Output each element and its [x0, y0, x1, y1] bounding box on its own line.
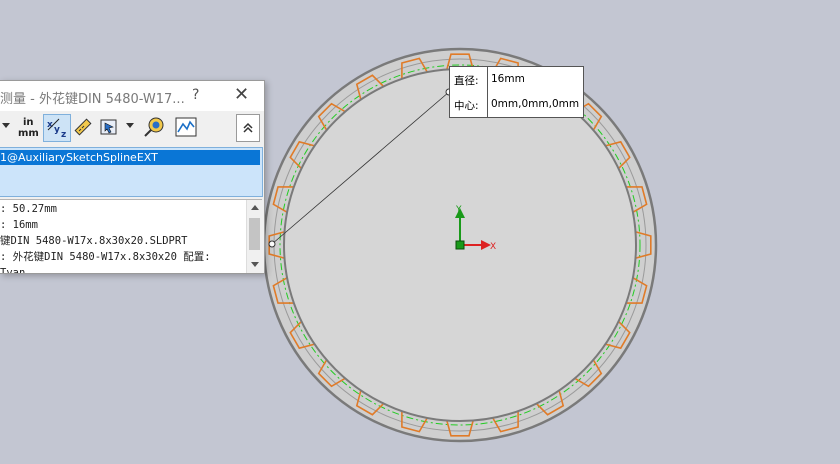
xyz-measure-icon: x y z: [47, 118, 66, 139]
svg-text:in: in: [23, 117, 34, 128]
result-line-extra: Tvan: [0, 267, 26, 274]
leader-anchor-point: [268, 240, 276, 248]
sensor-icon: [144, 117, 164, 137]
scroll-up-icon[interactable]: [251, 205, 259, 210]
projection-dropdown-icon[interactable]: [126, 123, 134, 128]
diameter-value: 16mm: [491, 73, 525, 85]
show-xyz-button[interactable]: x y z: [43, 114, 71, 142]
results-scrollbar[interactable]: [246, 200, 262, 273]
create-sensor-button[interactable]: [142, 114, 166, 140]
arc-options-dropdown-icon[interactable]: [2, 123, 10, 128]
x-axis-label: X: [490, 242, 496, 252]
results-panel[interactable]: : 50.27mm : 16mm 键DIN 5480-W17x.8x30x20.…: [0, 199, 262, 274]
diameter-label: 直径:: [454, 75, 479, 87]
graph-icon: [175, 117, 197, 137]
ruler-pencil-icon: [74, 118, 92, 136]
dialog-title-bar[interactable]: 测量 - 外花键DIN 5480-W17... ? ✕: [0, 81, 264, 111]
origin-marker: [455, 240, 465, 250]
measure-history-button[interactable]: [174, 114, 198, 140]
svg-text:mm: mm: [18, 128, 39, 139]
dialog-title: 测量 - 外花键DIN 5480-W17...: [0, 92, 185, 107]
result-line-file: 键DIN 5480-W17x.8x30x20.SLDPRT: [0, 235, 188, 247]
svg-text:z: z: [61, 130, 66, 139]
close-button[interactable]: ✕: [234, 84, 249, 105]
result-line-diameter: : 16mm: [0, 219, 38, 231]
result-line-arc-length: : 50.27mm: [0, 203, 57, 215]
scroll-thumb[interactable]: [249, 218, 260, 250]
help-button[interactable]: ?: [192, 87, 199, 103]
collapse-chevron-icon: [243, 122, 253, 133]
callout-divider: [487, 67, 488, 117]
projection-icon: [100, 119, 117, 135]
collapse-button[interactable]: [236, 114, 260, 142]
units-icon: in mm: [18, 117, 39, 139]
measurement-callout[interactable]: 直径: 16mm 中心: 0mm,0mm,0mm: [449, 66, 584, 118]
scroll-down-icon[interactable]: [251, 262, 259, 267]
selection-item[interactable]: 1@AuxiliarySketchSplineEXT: [0, 150, 260, 165]
center-label: 中心:: [454, 100, 479, 112]
point-to-point-button[interactable]: [72, 114, 94, 140]
units-precision-button[interactable]: in mm: [16, 114, 40, 140]
center-value: 0mm,0mm,0mm: [491, 98, 580, 110]
dialog-toolbar: in mm x y z: [0, 111, 264, 145]
measure-dialog[interactable]: 测量 - 外花键DIN 5480-W17... ? ✕ in mm x y z: [0, 80, 265, 274]
result-line-config: : 外花键DIN 5480-W17x.8x30x20 配置:: [0, 251, 211, 263]
svg-text:y: y: [54, 125, 60, 135]
projection-button[interactable]: [98, 114, 120, 140]
y-axis-label: Y: [455, 205, 462, 215]
selection-list[interactable]: 1@AuxiliarySketchSplineEXT: [0, 147, 263, 197]
